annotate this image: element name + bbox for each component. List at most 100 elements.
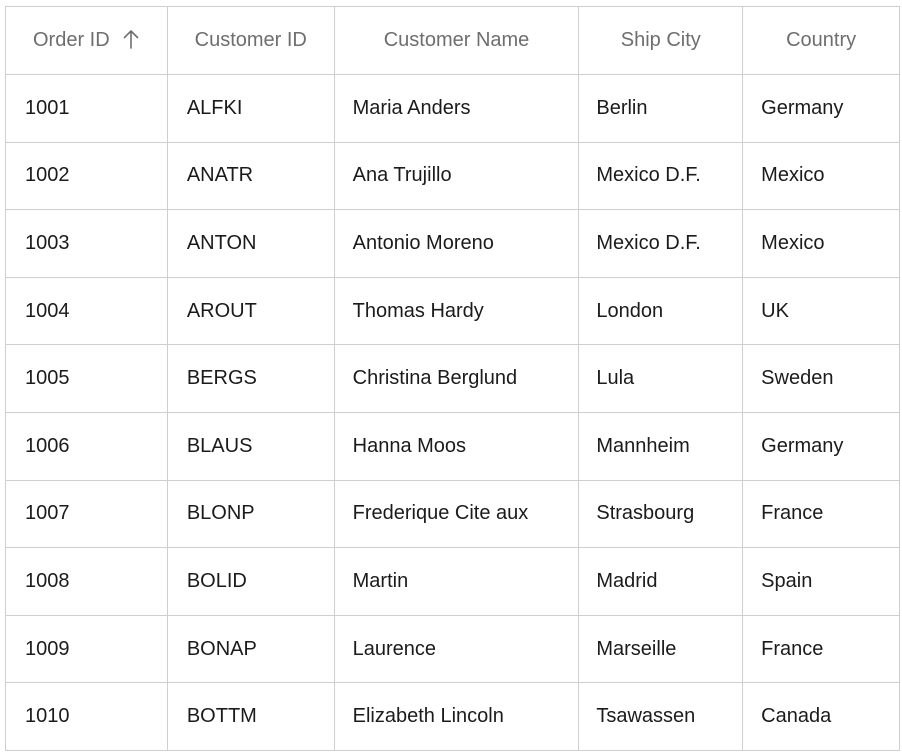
table-row[interactable]: 1007 BLONP Frederique Cite aux Strasbourg Fr… [6, 480, 900, 549]
table-row[interactable]: 1009 BONAP Laurence Marseille France [6, 615, 900, 684]
cell-ship-city[interactable]: Marseille [579, 615, 744, 683]
cell-customer-id[interactable]: BLAUS [168, 412, 335, 480]
cell-text: France [761, 502, 824, 525]
grid-body: 1001 ALFKI Maria Anders Berlin Germany 1002 AN… [6, 75, 900, 751]
cell-country[interactable]: France [743, 615, 900, 683]
cell-text: Germany [761, 434, 844, 457]
cell-text: London [596, 299, 664, 322]
table-row[interactable]: 1002 ANATR Ana Trujillo Mexico D.F. Mexico [6, 142, 900, 211]
cell-order-id[interactable]: 1007 [6, 480, 168, 548]
cell-customer-id[interactable]: ANTON [168, 210, 335, 277]
cell-ship-city[interactable]: Strasbourg [579, 480, 744, 548]
cell-customer-id[interactable]: ALFKI [168, 75, 335, 142]
cell-country[interactable]: UK [743, 277, 900, 345]
cell-order-id[interactable]: 1006 [6, 412, 168, 480]
cell-customer-name[interactable]: Thomas Hardy [335, 277, 580, 345]
column-header-label: Order ID [33, 29, 110, 51]
cell-customer-id[interactable]: BOTTM [168, 683, 335, 750]
cell-text: ANTON [186, 231, 257, 254]
cell-text: Mannheim [596, 434, 690, 457]
cell-ship-city[interactable]: Madrid [579, 548, 744, 615]
cell-ship-city[interactable]: Mannheim [579, 412, 744, 480]
cell-customer-id[interactable]: AROUT [168, 277, 335, 345]
column-header-order-id[interactable]: Order ID [6, 7, 168, 74]
cell-text: Sweden [761, 367, 834, 390]
cell-customer-name[interactable]: Laurence [335, 615, 580, 683]
cell-order-id[interactable]: 1001 [6, 75, 168, 142]
cell-ship-city[interactable]: Mexico D.F. [579, 142, 744, 210]
cell-customer-name[interactable]: Antonio Moreno [335, 210, 580, 277]
column-header-customer-name[interactable]: Customer Name [335, 7, 580, 74]
cell-customer-name[interactable]: Elizabeth Lincoln [335, 683, 580, 750]
cell-order-id[interactable]: 1005 [6, 345, 168, 412]
cell-customer-name[interactable]: Maria Anders [335, 75, 580, 142]
cell-country[interactable]: Germany [743, 75, 900, 142]
cell-text: Laurence [352, 637, 437, 660]
cell-customer-name[interactable]: Christina Berglund [335, 345, 580, 412]
cell-text: Germany [761, 96, 844, 119]
cell-country[interactable]: Germany [743, 412, 900, 480]
table-row[interactable]: 1010 BOTTM Elizabeth Lincoln Tsawassen Canad… [6, 683, 900, 751]
arrow-up-icon [123, 29, 139, 49]
cell-customer-id[interactable]: BONAP [168, 615, 335, 683]
cell-text: Marseille [596, 637, 677, 660]
cell-ship-city[interactable]: London [579, 277, 744, 345]
cell-text: Berlin [596, 96, 648, 119]
column-header-ship-city[interactable]: Ship City [579, 7, 744, 74]
cell-customer-name[interactable]: Hanna Moos [335, 412, 580, 480]
cell-country[interactable]: Spain [743, 548, 900, 615]
cell-text: Mexico D.F. [596, 164, 701, 187]
cell-ship-city[interactable]: Mexico D.F. [579, 210, 744, 277]
cell-text: Lula [596, 367, 635, 390]
cell-ship-city[interactable]: Berlin [579, 75, 744, 142]
cell-text: Tsawassen [596, 705, 696, 728]
cell-customer-name[interactable]: Martin [335, 548, 580, 615]
cell-text: 1002 [25, 164, 70, 187]
cell-text: Christina Berglund [352, 367, 518, 390]
cell-text: ANATR [186, 164, 254, 187]
table-row[interactable]: 1006 BLAUS Hanna Moos Mannheim Germany [6, 412, 900, 481]
cell-order-id[interactable]: 1008 [6, 548, 168, 615]
column-header-customer-id[interactable]: Customer ID [168, 7, 335, 74]
cell-order-id[interactable]: 1010 [6, 683, 168, 750]
cell-text: Antonio Moreno [352, 231, 494, 254]
cell-text: Elizabeth Lincoln [352, 705, 504, 728]
cell-customer-id[interactable]: BLONP [168, 480, 335, 548]
cell-text: 1001 [25, 96, 70, 119]
cell-text: Frederique Cite aux [352, 502, 529, 525]
cell-text: 1003 [25, 231, 70, 254]
table-row[interactable]: 1001 ALFKI Maria Anders Berlin Germany [6, 75, 900, 143]
column-header-label: Country [786, 29, 857, 51]
cell-ship-city[interactable]: Lula [579, 345, 744, 412]
cell-text: BLAUS [186, 434, 253, 457]
cell-ship-city[interactable]: Tsawassen [579, 683, 744, 750]
cell-order-id[interactable]: 1009 [6, 615, 168, 683]
cell-country[interactable]: Sweden [743, 345, 900, 412]
cell-text: UK [761, 299, 789, 322]
cell-customer-name[interactable]: Frederique Cite aux [335, 480, 580, 548]
data-grid: Order ID Customer ID Customer Name Ship … [5, 6, 900, 751]
cell-text: Mexico [761, 164, 825, 187]
cell-country[interactable]: France [743, 480, 900, 548]
cell-customer-id[interactable]: BERGS [168, 345, 335, 412]
cell-text: Martin [352, 569, 409, 592]
column-header-label: Ship City [620, 29, 701, 51]
cell-country[interactable]: Canada [743, 683, 900, 750]
cell-text: 1008 [25, 569, 70, 592]
cell-customer-name[interactable]: Ana Trujillo [335, 142, 580, 210]
cell-order-id[interactable]: 1004 [6, 277, 168, 345]
cell-customer-id[interactable]: BOLID [168, 548, 335, 615]
cell-text: AROUT [186, 299, 257, 322]
table-row[interactable]: 1004 AROUT Thomas Hardy London UK [6, 277, 900, 346]
cell-country[interactable]: Mexico [743, 210, 900, 277]
cell-country[interactable]: Mexico [743, 142, 900, 210]
table-row[interactable]: 1008 BOLID Martin Madrid Spain [6, 548, 900, 616]
cell-order-id[interactable]: 1003 [6, 210, 168, 277]
table-row[interactable]: 1005 BERGS Christina Berglund Lula Sweden [6, 345, 900, 413]
cell-order-id[interactable]: 1002 [6, 142, 168, 210]
cell-customer-id[interactable]: ANATR [168, 142, 335, 210]
column-header-label: Customer ID [194, 29, 307, 51]
cell-text: 1007 [25, 502, 70, 525]
table-row[interactable]: 1003 ANTON Antonio Moreno Mexico D.F. Mexico [6, 210, 900, 278]
column-header-country[interactable]: Country [743, 7, 900, 74]
